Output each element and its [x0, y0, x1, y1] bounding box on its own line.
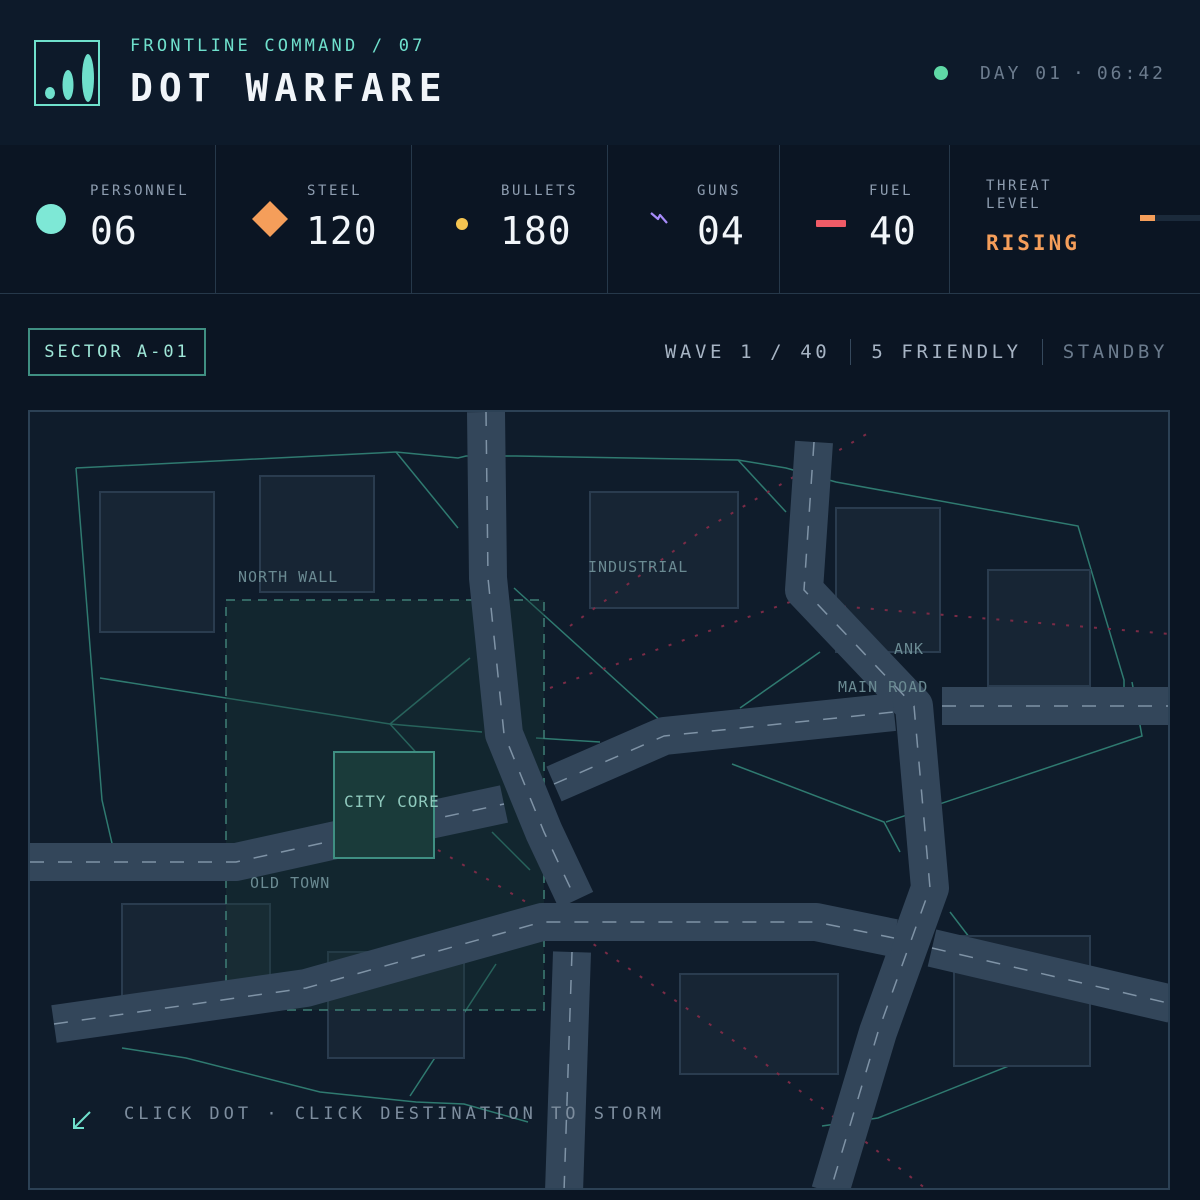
- threat-label: THREAT LEVEL: [986, 177, 1052, 213]
- friendly-count: 5 FRIENDLY: [871, 341, 1022, 363]
- fuel-bar-icon: [816, 220, 846, 227]
- instruction-hint: CLICK DOT · CLICK DESTINATION TO STORM: [124, 1104, 665, 1124]
- fuel-label: FUEL: [869, 183, 914, 199]
- steel-label: STEEL: [307, 183, 363, 199]
- wave-status-bar: WAVE 1 / 40 5 FRIENDLY STANDBY: [665, 338, 1168, 366]
- signal-bars-logo-icon: [34, 40, 100, 106]
- personnel-label: PERSONNEL: [90, 183, 190, 199]
- resource-steel: STEEL 120: [216, 145, 412, 293]
- game-eyebrow: FRONTLINE COMMAND / 07: [130, 36, 426, 56]
- status-indicator-dot: [934, 66, 948, 80]
- top-header: FRONTLINE COMMAND / 07 DOT WARFARE DAY 0…: [0, 0, 1200, 146]
- personnel-value: 06: [90, 209, 138, 253]
- map-label-main-road: MAIN ROAD: [838, 678, 929, 696]
- battle-map[interactable]: NORTH WALL INDUSTRIAL ANK MAIN ROAD CITY…: [28, 410, 1170, 1190]
- mode-status: STANDBY: [1062, 341, 1168, 363]
- resource-guns: GUNS 04: [608, 145, 780, 293]
- sector-tag[interactable]: SECTOR A-01: [28, 328, 206, 376]
- map-label-industrial: INDUSTRIAL: [588, 558, 689, 576]
- resource-personnel: PERSONNEL 06: [0, 145, 216, 293]
- fuel-value: 40: [869, 209, 917, 253]
- status-divider: [1041, 339, 1043, 365]
- status-divider: [850, 339, 852, 365]
- bullets-value: 180: [500, 209, 572, 253]
- steel-value: 120: [306, 209, 378, 253]
- threat-label-line2: LEVEL: [986, 196, 1042, 212]
- personnel-circle-icon: [36, 204, 66, 234]
- guns-value: 04: [697, 209, 745, 253]
- guns-label: GUNS: [697, 183, 742, 199]
- bullets-label: BULLETS: [501, 183, 579, 199]
- hint-arrow-icon: [73, 1111, 91, 1129]
- map-label-city-core[interactable]: CITY CORE: [344, 792, 440, 811]
- map-label-north-wall: NORTH WALL: [238, 568, 339, 586]
- game-clock: DAY 01 · 06:42: [980, 63, 1166, 84]
- map-canvas[interactable]: [30, 412, 1170, 1190]
- threat-panel: THREAT LEVEL RISING: [950, 145, 1200, 293]
- day-counter: DAY 01: [979, 63, 1063, 84]
- map-label-old-town: OLD TOWN: [250, 874, 331, 892]
- resource-bullets: BULLETS 180: [412, 145, 608, 293]
- threat-meter: [1140, 215, 1200, 221]
- resource-fuel: FUEL 40: [780, 145, 950, 293]
- game-title: DOT WARFARE: [130, 66, 448, 110]
- clock-separator: ·: [1072, 63, 1087, 84]
- wave-counter: WAVE 1 / 40: [664, 341, 831, 363]
- map-label-bank: ANK: [894, 640, 925, 658]
- threat-label-line1: THREAT: [986, 178, 1053, 194]
- bullet-dot-icon: [456, 218, 468, 230]
- resource-bar: PERSONNEL 06 STEEL 120 BULLETS 180 GUNS …: [0, 145, 1200, 294]
- time-counter: 06:42: [1096, 63, 1166, 84]
- steel-diamond-icon: [252, 201, 288, 237]
- threat-value: RISING: [986, 231, 1080, 255]
- guns-lightning-icon: [650, 212, 668, 224]
- threat-meter-fill: [1140, 215, 1155, 221]
